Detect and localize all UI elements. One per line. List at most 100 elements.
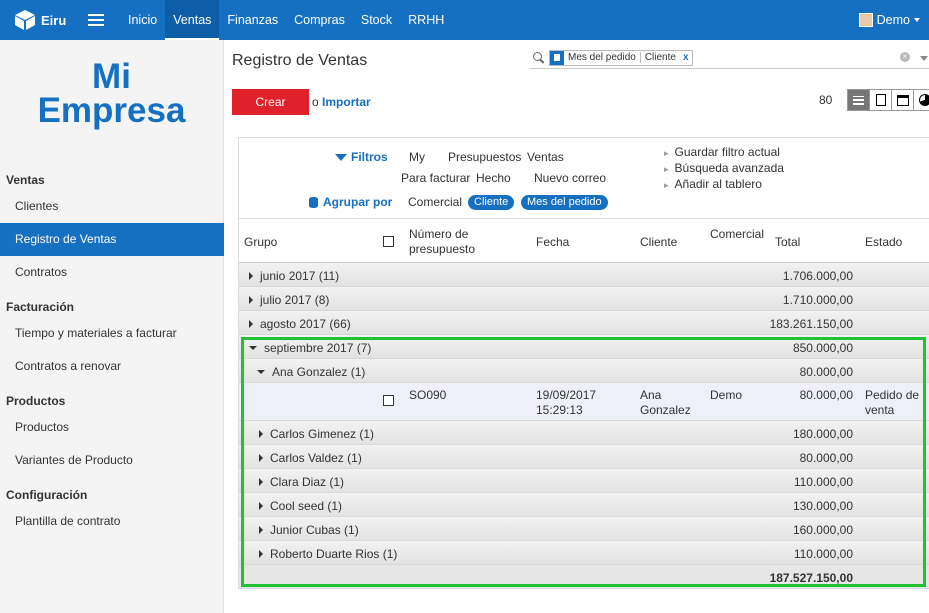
sidebar-item-registro-de-ventas[interactable]: Registro de Ventas — [0, 223, 224, 256]
groupby-facet-icon — [550, 50, 564, 65]
nav-inicio[interactable]: Inicio — [120, 0, 165, 40]
favorite-save-filter[interactable]: Guardar filtro actual — [664, 145, 780, 159]
row-checkbox[interactable] — [383, 395, 394, 406]
caret-right-icon — [259, 550, 263, 558]
favorite-advanced-search[interactable]: Búsqueda avanzada — [664, 161, 784, 175]
col-state[interactable]: Estado — [865, 235, 902, 249]
col-total[interactable]: Total — [775, 235, 800, 249]
group-row-junio[interactable]: junio 2017 (11) 1.706.000,00 — [239, 263, 929, 287]
sidebar-section-facturacion: Facturación — [6, 300, 75, 314]
caret-right-icon — [249, 320, 253, 328]
list-grid: Grupo Número de presupuesto Fecha Client… — [238, 218, 929, 589]
col-number[interactable]: Número de presupuesto — [409, 227, 499, 257]
caret-right-icon — [259, 478, 263, 486]
calendar-view-button[interactable] — [891, 89, 914, 111]
group-row-julio[interactable]: julio 2017 (8) 1.710.000,00 — [239, 287, 929, 311]
caret-right-icon — [259, 454, 263, 462]
subgroup-total: 160.000,00 — [792, 523, 853, 537]
group-row-septiembre[interactable]: septiembre 2017 (7) 850.000,00 — [239, 335, 929, 359]
user-name: Demo — [876, 13, 910, 27]
search-facet-groupby[interactable]: Mes del pedido Cliente x — [549, 49, 693, 66]
form-view-button[interactable] — [869, 89, 892, 111]
subgroup-row-carlos-gimenez[interactable]: Carlos Gimenez (1) 180.000,00 — [239, 421, 929, 445]
filter-para-facturar[interactable]: Para facturar — [401, 171, 470, 185]
page-title: Registro de Ventas — [232, 52, 368, 69]
sidebar-section-productos: Productos — [6, 394, 66, 408]
caret-down-icon — [257, 370, 265, 374]
subgroup-total: 180.000,00 — [792, 427, 853, 441]
nav-ventas[interactable]: Ventas — [165, 0, 220, 40]
chevron-down-icon — [914, 18, 920, 22]
search-icon — [533, 51, 545, 64]
top-navbar: Eiru Inicio Ventas Finanzas Compras Stoc… — [0, 0, 929, 40]
app-logo[interactable]: Eiru — [0, 9, 74, 31]
col-client[interactable]: Cliente — [640, 235, 677, 249]
facet-value-cliente: Cliente — [639, 52, 680, 63]
group-row-agosto[interactable]: agosto 2017 (66) 183.261.150,00 — [239, 311, 929, 335]
groupby-tag-cliente[interactable]: Cliente — [468, 195, 515, 210]
subgroup-total: 80.000,00 — [799, 365, 853, 379]
cell-total: 80.000,00 — [799, 388, 853, 402]
subgroup-row-roberto-duarte-rios[interactable]: Roberto Duarte Rios (1) 110.000,00 — [239, 541, 929, 565]
calendar-view-icon — [896, 94, 909, 106]
select-all-checkbox[interactable] — [383, 236, 394, 247]
subgroup-row-ana-gonzalez[interactable]: Ana Gonzalez (1) 80.000,00 — [239, 359, 929, 383]
subgroup-row-clara-diaz[interactable]: Clara Diaz (1) 110.000,00 — [239, 469, 929, 493]
nav-compras[interactable]: Compras — [286, 0, 353, 40]
table-row[interactable]: SO090 19/09/2017 15:29:13 Ana Gonzalez Dem… — [239, 383, 929, 421]
view-switcher — [847, 89, 929, 111]
filter-hecho[interactable]: Hecho — [476, 171, 511, 185]
nav-stock[interactable]: Stock — [353, 0, 400, 40]
group-label: junio 2017 (11) — [260, 269, 340, 283]
group-total: 1.706.000,00 — [782, 269, 853, 283]
groupby-comercial[interactable]: Comercial — [408, 195, 462, 209]
facet-value-mes: Mes del pedido — [568, 52, 636, 63]
filters-label[interactable]: Filtros — [335, 150, 388, 164]
sidebar-item-productos[interactable]: Productos — [0, 411, 224, 443]
col-salesperson[interactable]: Comercial — [710, 227, 764, 241]
sidebar-item-tiempo-materiales[interactable]: Tiempo y materiales a facturar — [0, 317, 224, 349]
col-date[interactable]: Fecha — [536, 235, 569, 249]
grand-total-row: 187.527.150,00 — [239, 565, 929, 589]
sidebar-item-plantilla-contrato[interactable]: Plantilla de contrato — [0, 505, 224, 537]
grand-total: 187.527.150,00 — [769, 571, 853, 585]
filter-my[interactable]: My — [409, 150, 425, 164]
filter-presupuestos[interactable]: Presupuestos — [448, 150, 521, 164]
import-link[interactable]: Importar — [322, 95, 371, 109]
filter-ventas[interactable]: Ventas — [527, 150, 564, 164]
group-label: agosto 2017 (66) — [260, 317, 351, 331]
company-name-line2: Empresa — [37, 91, 186, 130]
nav-rrhh[interactable]: RRHH — [400, 0, 452, 40]
graph-view-button[interactable] — [913, 89, 929, 111]
group-label: julio 2017 (8) — [260, 293, 330, 307]
cell-state-line1: Pedido de — [865, 388, 920, 402]
search-bar[interactable]: Mes del pedido Cliente x × — [530, 47, 929, 69]
sidebar-item-variantes[interactable]: Variantes de Producto — [0, 444, 224, 476]
list-view-button[interactable] — [847, 89, 870, 111]
search-options-panel: Filtros Agrupar por My Presupuestos Vent… — [238, 137, 929, 218]
sidebar-item-contratos[interactable]: Contratos — [0, 256, 224, 288]
subgroup-total: 80.000,00 — [799, 451, 853, 465]
subgroup-row-carlos-valdez[interactable]: Carlos Valdez (1) 80.000,00 — [239, 445, 929, 469]
sidebar-item-contratos-renovar[interactable]: Contratos a renovar — [0, 350, 224, 382]
remove-facet-button[interactable]: x — [680, 52, 692, 63]
col-group[interactable]: Grupo — [244, 235, 277, 249]
user-menu[interactable]: Demo — [858, 0, 920, 40]
groupby-label-text: Agrupar por — [323, 195, 393, 209]
create-button[interactable]: Crear — [232, 89, 309, 115]
nav-finanzas[interactable]: Finanzas — [219, 0, 286, 40]
hamburger-icon[interactable] — [88, 14, 104, 26]
cell-client: Ana Gonzalez — [640, 388, 691, 418]
groupby-label[interactable]: Agrupar por — [309, 195, 392, 209]
avatar — [858, 13, 873, 27]
subgroup-total: 110.000,00 — [793, 547, 853, 561]
sidebar-item-clientes[interactable]: Clientes — [0, 189, 224, 223]
caret-right-icon — [249, 272, 253, 280]
groupby-tag-mes-del-pedido[interactable]: Mes del pedido — [521, 195, 608, 210]
subgroup-row-junior-cubas[interactable]: Junior Cubas (1) 160.000,00 — [239, 517, 929, 541]
search-options-caret-icon[interactable] — [920, 56, 928, 61]
favorite-add-to-dashboard[interactable]: Añadir al tablero — [664, 177, 762, 191]
clear-search-icon[interactable]: × — [900, 52, 910, 62]
filter-nuevo-correo[interactable]: Nuevo correo — [534, 171, 606, 185]
subgroup-row-cool-seed[interactable]: Cool seed (1) 130.000,00 — [239, 493, 929, 517]
